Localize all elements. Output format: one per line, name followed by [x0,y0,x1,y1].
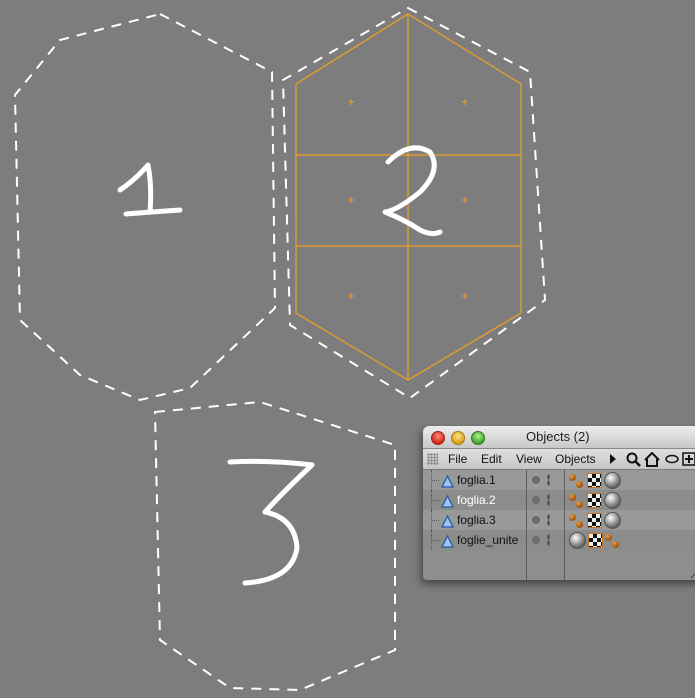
hexagon-2-outline[interactable] [281,6,547,400]
object-tags [569,491,621,509]
play-arrow-icon[interactable] [610,451,616,467]
window-titlebar[interactable]: Objects (2) [423,426,695,449]
selected-mesh-foglia-2[interactable] [295,13,522,381]
phong-tag-icon[interactable] [569,512,585,528]
drag-grip-icon[interactable] [427,453,438,465]
phong-tag-icon[interactable] [605,532,621,548]
eye-icon[interactable] [665,451,679,467]
handwritten-number-2 [382,145,443,237]
layer-dot-icon[interactable] [532,536,540,544]
hexagon-1-outline[interactable] [13,12,277,402]
visibility-dots-icon[interactable] [547,474,550,486]
object-name[interactable]: foglia.2 [457,493,496,507]
object-row-foglia-2[interactable]: foglia.2 [423,490,695,510]
minimize-window-button[interactable] [451,431,465,445]
close-window-button[interactable] [431,431,445,445]
object-tags [569,471,621,489]
texture-tag-icon[interactable] [587,472,602,488]
object-name[interactable]: foglia.1 [457,473,496,487]
object-tags [569,511,621,529]
material-sphere-icon[interactable] [604,491,621,509]
object-row-foglia-3[interactable]: foglia.3 [423,510,695,530]
tree-line [431,510,440,530]
object-tags [569,531,621,549]
object-row-foglia-1[interactable]: foglia.1 [423,470,695,490]
viewport-canvas [13,6,547,692]
window-title: Objects (2) [526,429,590,444]
visibility-dots-icon[interactable] [547,534,550,546]
layer-dot-icon[interactable] [532,496,540,504]
hexagon-3-outline[interactable] [153,400,396,692]
editor-viewport[interactable] [0,0,695,698]
phong-tag-icon[interactable] [569,492,585,508]
handwritten-number-3 [227,458,315,586]
tree-line [431,470,440,490]
material-sphere-icon[interactable] [604,471,621,489]
list-empty-area[interactable] [423,550,695,580]
menu-view[interactable]: View [516,452,542,466]
visibility-dots-icon[interactable] [547,514,550,526]
zoom-window-button[interactable] [471,431,485,445]
texture-tag-icon[interactable] [587,512,602,528]
objects-menubar: File Edit View Objects [423,449,695,470]
tree-line [431,490,440,510]
resize-handle-icon[interactable] [691,568,695,578]
search-icon[interactable] [626,451,641,467]
layer-dot-icon[interactable] [532,476,540,484]
layer-dot-icon[interactable] [532,516,540,524]
material-sphere-icon[interactable] [604,511,621,529]
objects-manager-window[interactable]: Objects (2) File Edit View Objects fogli… [423,426,695,580]
menu-edit[interactable]: Edit [481,452,502,466]
home-icon[interactable] [644,451,660,467]
object-list[interactable]: foglia.1 foglia.2 foglia.3 foglie_unite [423,470,695,580]
visibility-dots-icon[interactable] [547,494,550,506]
phong-tag-icon[interactable] [569,472,585,488]
object-name[interactable]: foglie_unite [457,533,518,547]
object-row-foglie-unite[interactable]: foglie_unite [423,530,695,550]
texture-tag-icon[interactable] [588,532,603,548]
menu-objects[interactable]: Objects [555,452,596,466]
object-name[interactable]: foglia.3 [457,513,496,527]
tree-line [431,530,440,550]
column-divider[interactable] [526,470,527,580]
add-icon[interactable] [682,451,695,467]
texture-tag-icon[interactable] [587,492,602,508]
column-divider[interactable] [564,470,565,580]
handwritten-number-1 [117,162,183,217]
material-sphere-icon[interactable] [569,531,586,549]
menu-file[interactable]: File [448,452,467,466]
